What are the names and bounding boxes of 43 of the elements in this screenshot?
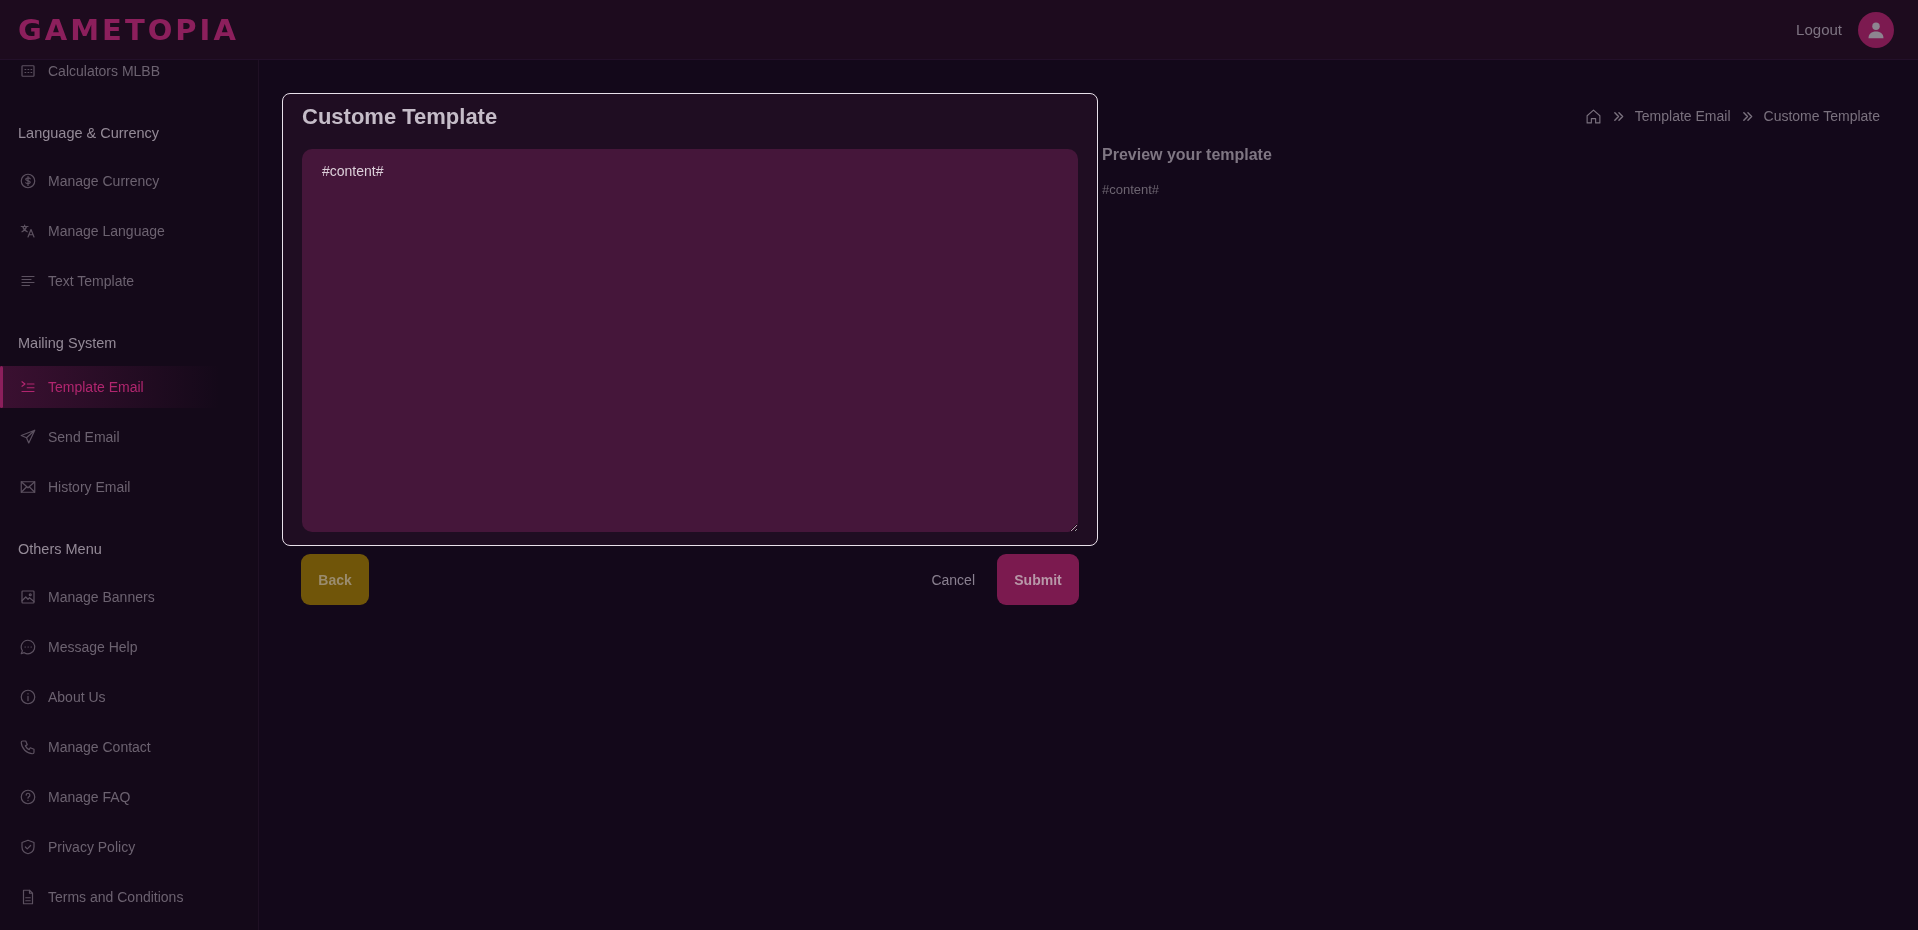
phone-icon xyxy=(19,738,37,756)
breadcrumb-link[interactable]: Custome Template xyxy=(1763,108,1880,124)
submit-button[interactable]: Submit xyxy=(997,554,1079,605)
calculator-icon xyxy=(19,62,37,80)
cancel-button[interactable]: Cancel xyxy=(931,567,975,592)
double-chevron-icon xyxy=(1612,110,1624,122)
sidebar-item[interactable]: Send Email xyxy=(0,412,258,462)
info-icon xyxy=(19,688,37,706)
editor-title: Custome Template xyxy=(302,103,498,131)
section-heading: Mailing System xyxy=(17,334,118,352)
back-button[interactable]: Back xyxy=(301,554,369,605)
home-icon[interactable] xyxy=(1584,107,1602,125)
image-icon xyxy=(19,588,37,606)
sidebar-item[interactable]: Manage Contact xyxy=(0,722,258,772)
breadcrumb-link[interactable]: Template Email xyxy=(1634,108,1731,124)
sidebar-item[interactable]: Calculators MLBB xyxy=(0,60,258,96)
sidebar-item[interactable]: About Us xyxy=(0,672,258,722)
avatar[interactable] xyxy=(1858,11,1894,48)
shield-check-icon xyxy=(19,838,37,856)
sidebar-item[interactable]: Manage Language xyxy=(0,206,258,256)
dollar-circle-icon xyxy=(19,172,37,190)
question-circle-icon xyxy=(19,788,37,806)
section-heading: Others Menu xyxy=(17,540,103,558)
sidebar-item[interactable]: Text Template xyxy=(0,256,258,306)
logo: GAMETOPIA xyxy=(18,12,239,47)
section-heading: Language & Currency xyxy=(17,124,161,142)
sidebar-item[interactable]: Manage Banners xyxy=(0,572,258,622)
chat-bubble-icon xyxy=(19,638,37,656)
sidebar-item[interactable]: Manage Currency xyxy=(0,156,258,206)
preview-content: #content# xyxy=(1102,182,1160,197)
logout-button[interactable]: Logout xyxy=(1796,19,1842,40)
sidebar-item[interactable]: History Email xyxy=(0,462,258,512)
preview-title: Preview your template xyxy=(1102,145,1272,165)
sidebar-item[interactable]: Privacy Policy xyxy=(0,822,258,872)
sidebar-item[interactable]: Terms and Conditions xyxy=(0,872,258,922)
envelope-icon xyxy=(19,478,37,496)
sidebar-item[interactable]: Message Help xyxy=(0,622,258,672)
paper-plane-icon xyxy=(19,428,37,446)
translate-icon xyxy=(19,222,37,240)
sidebar-item[interactable]: Manage FAQ xyxy=(0,772,258,822)
template-textarea[interactable]: #content# xyxy=(302,149,1078,532)
double-chevron-icon xyxy=(1741,110,1753,122)
user-icon xyxy=(1867,20,1885,39)
